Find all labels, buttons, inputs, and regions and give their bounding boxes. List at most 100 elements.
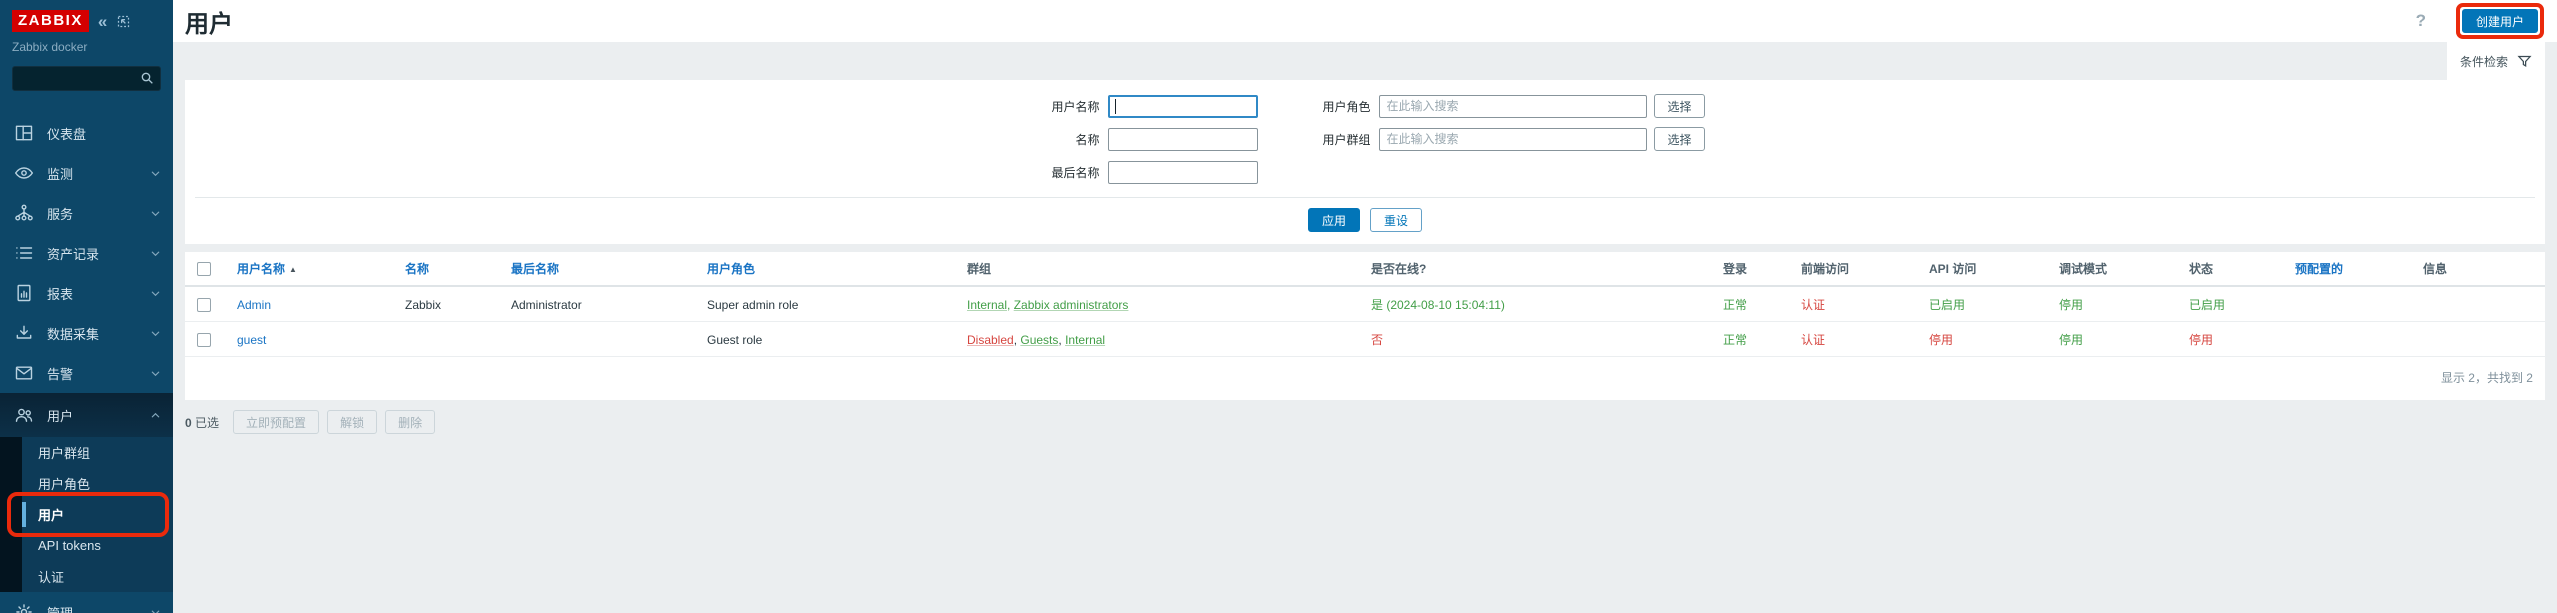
select-button[interactable]: 选择 [1654, 127, 1705, 151]
sidebar-item[interactable]: 管理 [0, 592, 173, 613]
column-header: API 访问 [1919, 252, 2049, 287]
sidebar-item-users[interactable]: 用户 [0, 393, 173, 437]
sidebar-item[interactable]: 报表 [0, 273, 173, 313]
apply-button[interactable]: 应用 [1307, 208, 1360, 232]
sortable-column-header[interactable]: 最后名称 [501, 252, 697, 287]
filter-tab-label: 条件检索 [2459, 54, 2508, 69]
sidebar-subitem-label: 用户群组 [38, 446, 91, 461]
bulk-action-button[interactable]: 删除 [385, 410, 436, 434]
cell-link[interactable]: Internal [967, 298, 1007, 312]
filter-row: 用户角色 选择 [1296, 94, 1705, 118]
filter-field-label: 名称 [1075, 132, 1100, 147]
sidebar-item[interactable]: 服务 [0, 193, 173, 233]
main-area: 用户 ? 创建用户 条件检索 用户名称名称最后名称 用户角色选择 [173, 0, 2557, 613]
cell-text: Super admin role [707, 297, 799, 312]
sidebar-item[interactable]: 监测 [0, 153, 173, 193]
table-row: guest Guest role Disabled, Guests, Interna… [185, 321, 2545, 357]
sidebar-item[interactable]: 告警 [0, 353, 173, 393]
chevron-down-icon [150, 288, 161, 299]
table-cell: 停用 [1919, 321, 2049, 357]
table-cell: 认证 [1791, 321, 1919, 357]
search-icon [139, 70, 155, 86]
table-cell: 是 (2024-08-10 15:04:11) [1361, 286, 1713, 322]
help-icon[interactable]: ? [2416, 11, 2426, 31]
table-row-count: 显示 2，共找到 2 [2440, 371, 2533, 385]
row-checkbox[interactable] [197, 332, 211, 347]
cell-text: 停用 [2059, 298, 2084, 312]
filter-search-input[interactable] [1379, 127, 1648, 151]
zabbix-logo[interactable]: ZABBIX [12, 10, 89, 32]
filter-row: 最后名称 [1025, 160, 1259, 184]
select-button[interactable]: 选择 [1654, 94, 1705, 118]
sidebar-item-label: 服务 [47, 206, 74, 222]
sidebar: ZABBIX « Zabbix docker 仪表盘 监测 服务 资产记录 报表 数据采集… [0, 0, 173, 613]
filter-text-input[interactable] [1108, 127, 1259, 151]
table-cell: 正常 [1713, 321, 1791, 357]
sortable-column-header[interactable]: 名称 [395, 252, 501, 287]
sidebar-item[interactable]: 资产记录 [0, 233, 173, 273]
sidebar-item-label: 管理 [47, 605, 74, 613]
cell-link[interactable]: guest [237, 333, 266, 347]
selection-bar: 0 已选 立即预配置 解锁 删除 [185, 410, 2545, 434]
sidebar-subitem[interactable]: 用户 [0, 492, 173, 537]
column-header: 信息 [2413, 252, 2545, 287]
sidebar-search [12, 66, 161, 91]
cell-link[interactable]: Zabbix administrators [1014, 298, 1129, 312]
table-cell: Disabled, Guests, Internal [957, 321, 1361, 357]
cell-text: 是 (2024-08-10 15:04:11) [1371, 298, 1505, 312]
sidebar-subitem[interactable]: API tokens [0, 530, 173, 561]
header-actions: ? 创建用户 [2416, 3, 2544, 39]
cell-text: 正常 [1723, 298, 1748, 312]
sortable-column-header[interactable]: 用户名称 ▲ [227, 252, 395, 287]
table-cell [395, 321, 501, 357]
sidebar-collapse-icon[interactable]: « [98, 13, 107, 30]
bulk-action-button[interactable]: 立即预配置 [233, 410, 320, 434]
row-checkbox[interactable] [197, 297, 211, 312]
cell-text: 认证 [1801, 298, 1826, 312]
sidebar-group-users: 用户 用户群组 用户角色 用户 API tokens 认证 [0, 393, 173, 592]
users-icon [14, 405, 34, 425]
filter-field-label: 用户群组 [1322, 132, 1371, 147]
sidebar-expand-icon[interactable] [116, 14, 131, 29]
reset-button[interactable]: 重设 [1370, 208, 1423, 232]
filter-text-input[interactable] [1108, 160, 1259, 184]
sidebar-subitem-label: 认证 [38, 570, 65, 585]
column-header: 状态 [2179, 252, 2285, 287]
sidebar-item-label: 用户 [47, 408, 74, 424]
cell-link[interactable]: Internal [1065, 333, 1105, 347]
cell-link[interactable]: Disabled [967, 333, 1014, 347]
filter-funnel-icon [2517, 54, 2532, 69]
table-cell: Admin [227, 286, 395, 322]
bulk-action-button[interactable]: 解锁 [327, 410, 378, 434]
create-user-button[interactable]: 创建用户 [2461, 9, 2538, 33]
tab-filter[interactable]: 条件检索 [2446, 42, 2545, 80]
users-submenu: 用户群组用户角色 用户 API tokens 认证 [0, 437, 173, 592]
cell-link[interactable]: Guests [1020, 333, 1058, 347]
sidebar-item-label: 数据采集 [47, 326, 100, 342]
services-icon [14, 203, 34, 223]
reports-icon [14, 283, 34, 303]
chevron-down-icon [150, 368, 161, 379]
cell-link[interactable]: Admin [237, 298, 271, 312]
filter-search-input[interactable] [1379, 94, 1648, 118]
cell-text: 正常 [1723, 333, 1748, 347]
sidebar-item[interactable]: 仪表盘 [0, 113, 173, 153]
sidebar-subitem[interactable]: 用户角色 [0, 468, 173, 499]
selected-count-label: 0 已选 [185, 415, 220, 430]
filter-text-input[interactable] [1108, 94, 1259, 118]
table-cell: 停用 [2179, 321, 2285, 357]
sidebar-subitem[interactable]: 用户群组 [0, 437, 173, 468]
sortable-column-header[interactable]: 预配置的 [2285, 252, 2413, 287]
sidebar-subitem[interactable]: 认证 [0, 561, 173, 592]
inventory-list-icon [14, 243, 34, 263]
input-wrap [1108, 127, 1259, 151]
sidebar-item-label: 仪表盘 [47, 126, 87, 142]
sortable-column-header[interactable]: 用户角色 [697, 252, 957, 287]
chevron-down-icon [150, 248, 161, 259]
table-cell: guest [227, 321, 395, 357]
row-checkbox-cell [185, 321, 227, 357]
select-all-checkbox[interactable] [197, 261, 211, 276]
select-all-header-cell [185, 252, 227, 287]
sidebar-item[interactable]: 数据采集 [0, 313, 173, 353]
cell-text: 否 [1371, 333, 1384, 347]
